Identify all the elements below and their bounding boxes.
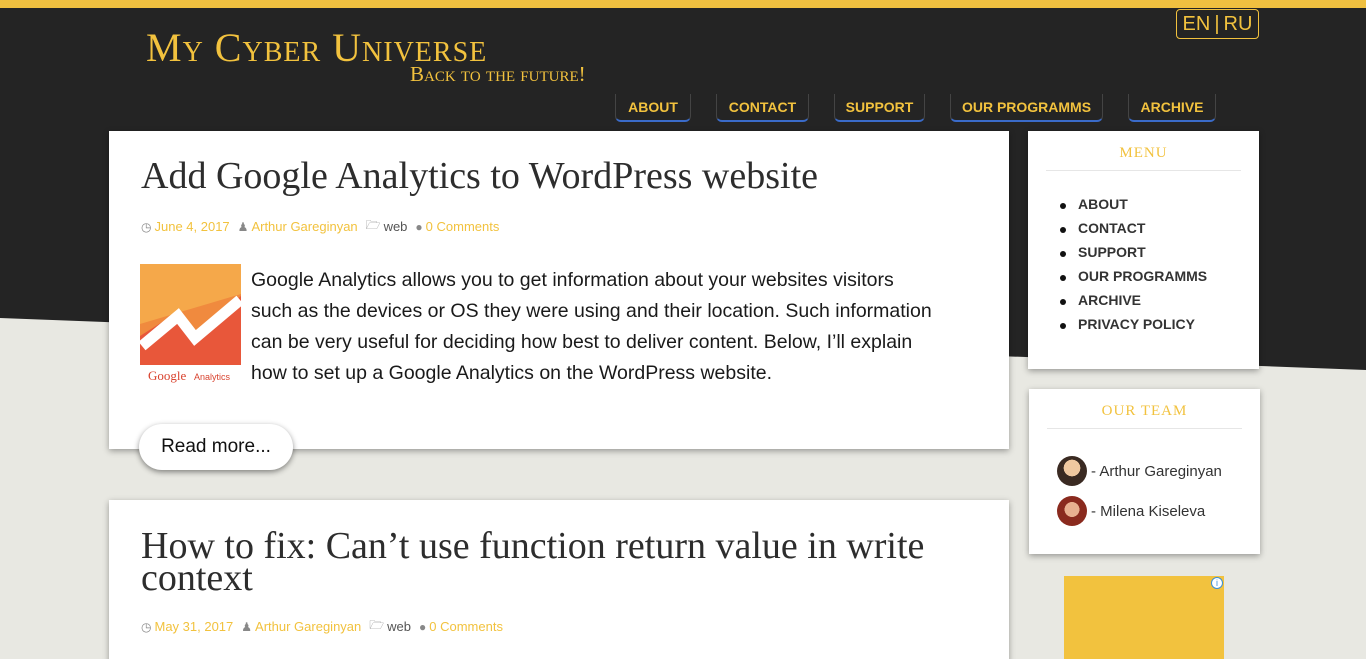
nav-support[interactable]: SUPPORT	[834, 94, 925, 122]
comment-icon: ●	[419, 619, 427, 634]
sidebar-item-contact[interactable]: CONTACT	[1059, 220, 1207, 244]
menu-widget-title: MENU	[1046, 145, 1241, 171]
post-category[interactable]: web	[387, 619, 411, 634]
sidebar-item-our-programms[interactable]: OUR PROGRAMMS	[1059, 268, 1207, 292]
site-tagline: Back to the future!	[410, 62, 586, 86]
sidebar-item-support[interactable]: SUPPORT	[1059, 244, 1207, 268]
post-title[interactable]: How to fix: Can’t use function return va…	[141, 525, 925, 597]
user-icon: ♟	[241, 619, 253, 634]
lang-ru-link[interactable]: RU	[1224, 13, 1253, 36]
team-member[interactable]: - Arthur Gareginyan	[1057, 456, 1222, 486]
main-nav: ABOUT CONTACT SUPPORT OUR PROGRAMMS ARCH…	[0, 94, 1366, 124]
top-accent-bar	[0, 0, 1366, 8]
post-comments[interactable]: 0 Comments	[426, 219, 500, 234]
nav-our-programms[interactable]: OUR PROGRAMMS	[950, 94, 1103, 122]
team-widget-title: OUR TEAM	[1047, 403, 1242, 429]
comment-icon: ●	[415, 219, 423, 234]
post-category[interactable]: web	[384, 219, 408, 234]
post-title[interactable]: Add Google Analytics to WordPress websit…	[141, 157, 818, 195]
sidebar-item-about[interactable]: ABOUT	[1059, 196, 1207, 220]
excerpt-line: Google Analytics allows you to get infor…	[251, 269, 894, 291]
lang-en-link[interactable]: EN	[1183, 13, 1211, 36]
excerpt-line: such as the devices or OS they were usin…	[251, 300, 932, 322]
user-icon: ♟	[237, 219, 249, 234]
read-more-button[interactable]: Read more...	[139, 424, 293, 470]
lang-separator: |	[1214, 12, 1220, 35]
nav-contact[interactable]: CONTACT	[716, 94, 809, 122]
team-widget: OUR TEAM - Arthur Gareginyan - Milena Ki…	[1029, 389, 1260, 554]
advertisement[interactable]	[1064, 576, 1224, 659]
post-meta: ◷ June 4, 2017 ♟ Arthur Gareginyan 🗁 web…	[141, 216, 499, 237]
nav-about[interactable]: ABOUT	[615, 94, 691, 122]
excerpt-line: how to set up a Google Analytics on the …	[251, 362, 773, 384]
team-member-name: - Milena Kiseleva	[1091, 502, 1206, 520]
language-switcher: EN | RU	[1176, 9, 1259, 39]
post-title-line: How to fix: Can’t use function return va…	[141, 525, 925, 567]
folder-icon: 🗁	[365, 218, 381, 232]
post-meta: ◷ May 31, 2017 ♟ Arthur Gareginyan 🗁 web…	[141, 616, 503, 637]
folder-icon: 🗁	[369, 618, 385, 632]
post-excerpt: Google Analytics allows you to get infor…	[141, 265, 932, 389]
post-date[interactable]: May 31, 2017	[154, 619, 233, 634]
post-comments[interactable]: 0 Comments	[429, 619, 503, 634]
ad-info-icon[interactable]: i	[1211, 577, 1223, 589]
nav-archive[interactable]: ARCHIVE	[1128, 94, 1216, 122]
post-date[interactable]: June 4, 2017	[154, 219, 229, 234]
sidebar-item-privacy-policy[interactable]: PRIVACY POLICY	[1059, 316, 1207, 340]
team-member-name: - Arthur Gareginyan	[1091, 462, 1222, 480]
sidebar-item-archive[interactable]: ARCHIVE	[1059, 292, 1207, 316]
avatar	[1057, 456, 1087, 486]
sidebar-menu: ABOUT CONTACT SUPPORT OUR PROGRAMMS ARCH…	[1059, 196, 1207, 340]
post-author[interactable]: Arthur Gareginyan	[255, 619, 361, 634]
team-member[interactable]: - Milena Kiseleva	[1057, 496, 1205, 526]
excerpt-line: can be very useful for deciding how best…	[251, 331, 913, 353]
clock-icon: ◷	[141, 619, 152, 634]
post-author[interactable]: Arthur Gareginyan	[251, 219, 357, 234]
avatar	[1057, 496, 1087, 526]
menu-widget: MENU ABOUT CONTACT SUPPORT OUR PROGRAMMS…	[1028, 131, 1259, 369]
clock-icon: ◷	[141, 219, 152, 234]
